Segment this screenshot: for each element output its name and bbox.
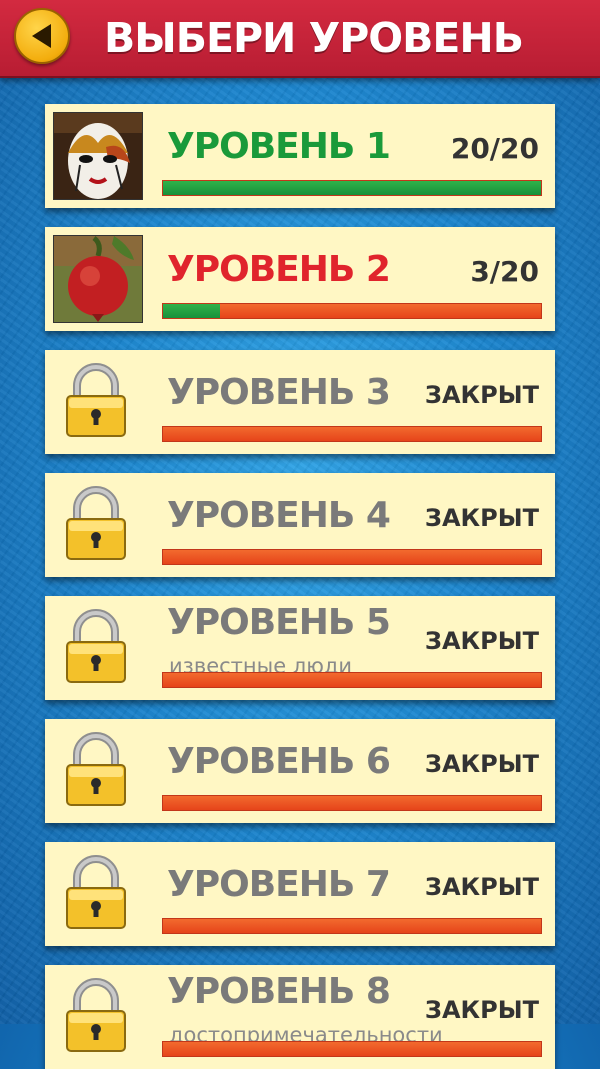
level-progress-bar [162,303,542,319]
level-score: 3/20 [470,255,539,288]
level-card-7[interactable]: УРОВЕНЬ 7 ЗАКРЫТ [45,842,555,946]
lock-icon [65,608,127,688]
back-arrow-icon [32,24,51,48]
level-progress-bar [162,180,542,196]
level-progress-bar [162,672,542,688]
page-title: ВЫБЕРИ УРОВЕНЬ [104,14,524,62]
level-card-2[interactable]: УРОВЕНЬ 2 3/20 [45,227,555,331]
level-score: ЗАКРЫТ [424,873,539,901]
pomegranate-thumbnail [53,235,143,323]
level-progress-fill [163,181,541,195]
level-title: УРОВЕНЬ 3 [167,372,391,413]
lock-icon [65,362,127,442]
level-score: ЗАКРЫТ [424,627,539,655]
level-progress-bar [162,1041,542,1057]
level-title: УРОВЕНЬ 2 [167,249,391,290]
level-progress-bar [162,795,542,811]
back-button[interactable] [14,8,70,64]
level-card-8[interactable]: УРОВЕНЬ 8 достопримечательности ЗАКРЫТ [45,965,555,1069]
level-card-1[interactable]: УРОВЕНЬ 1 20/20 [45,104,555,208]
level-progress-fill [163,304,220,318]
level-card-6[interactable]: УРОВЕНЬ 6 ЗАКРЫТ [45,719,555,823]
lock-icon [65,731,127,811]
level-title: УРОВЕНЬ 4 [167,495,391,536]
level-title: УРОВЕНЬ 6 [167,741,391,782]
level-progress-bar [162,549,542,565]
level-title: УРОВЕНЬ 5 [167,602,391,643]
level-score: ЗАКРЫТ [424,750,539,778]
level-score: ЗАКРЫТ [424,504,539,532]
level-progress-bar [162,918,542,934]
level-card-4[interactable]: УРОВЕНЬ 4 ЗАКРЫТ [45,473,555,577]
header-bar: ВЫБЕРИ УРОВЕНЬ [0,0,600,78]
level-score: 20/20 [450,132,539,165]
level-score: ЗАКРЫТ [424,381,539,409]
lock-icon [65,485,127,565]
level-card-5[interactable]: УРОВЕНЬ 5 известные люди ЗАКРЫТ [45,596,555,700]
lock-icon [65,977,127,1057]
level-title: УРОВЕНЬ 7 [167,864,391,905]
lock-icon [65,854,127,934]
level-title: УРОВЕНЬ 1 [167,126,391,167]
level-card-3[interactable]: УРОВЕНЬ 3 ЗАКРЫТ [45,350,555,454]
mask-thumbnail [53,112,143,200]
level-title: УРОВЕНЬ 8 [167,971,391,1012]
level-progress-bar [162,426,542,442]
level-score: ЗАКРЫТ [424,996,539,1024]
